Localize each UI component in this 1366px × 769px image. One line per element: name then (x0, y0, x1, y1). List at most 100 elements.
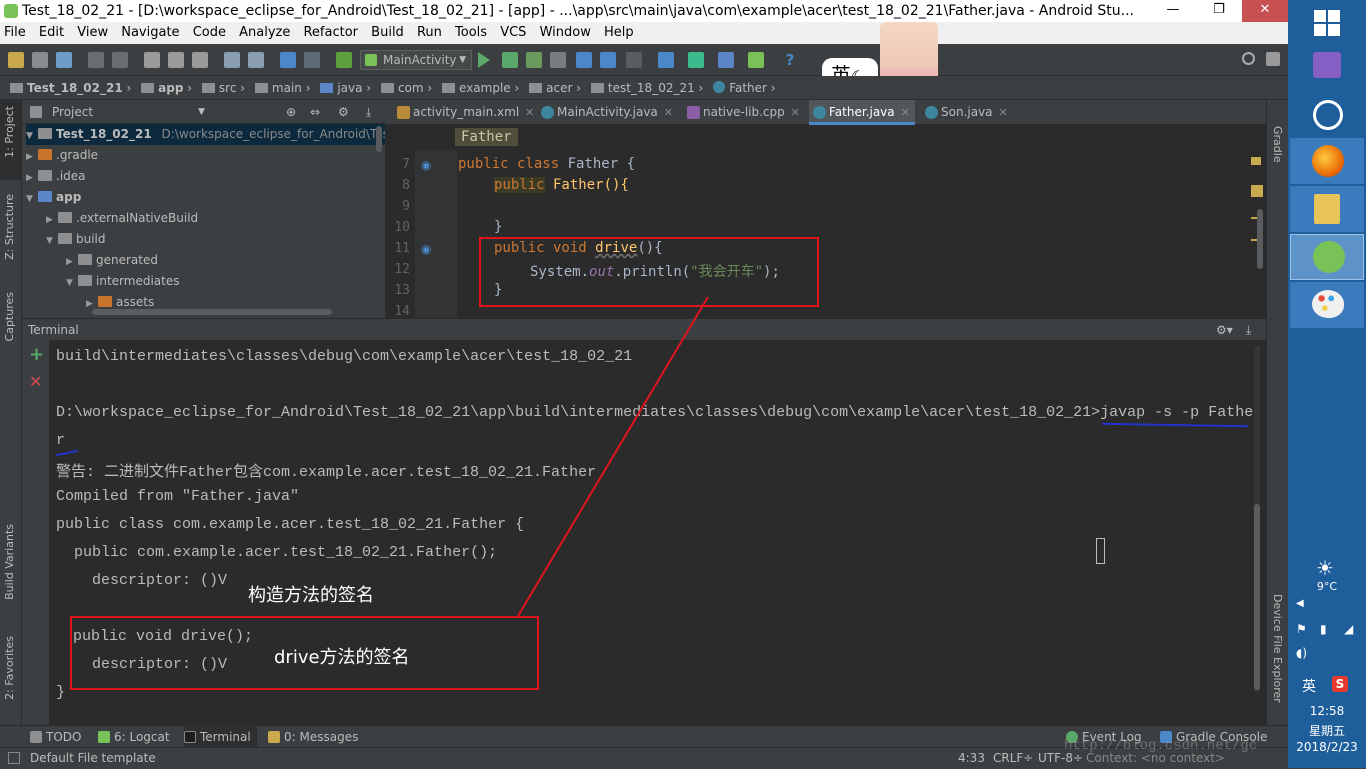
code-editor[interactable]: Father 7 8 9 10 11 12 13 14 ◉ ◉ public c… (385, 125, 1266, 318)
gradle-sync-icon[interactable] (658, 52, 674, 68)
crumb-app[interactable]: app › (141, 81, 192, 95)
tab-activity-main[interactable]: activity_main.xml ✕ (393, 100, 534, 125)
tab-device-file-explorer[interactable]: Device File Explorer (1271, 594, 1284, 703)
sync-icon[interactable] (56, 52, 72, 68)
tree-item[interactable]: ▶ .gradle (26, 145, 98, 166)
clock-date[interactable]: 2018/2/23 (1288, 740, 1366, 754)
menu-run[interactable]: Run (417, 25, 442, 40)
taskbar-firefox[interactable] (1290, 138, 1364, 184)
project-structure-icon[interactable] (718, 52, 734, 68)
debug-icon[interactable] (502, 52, 518, 68)
forward-icon[interactable] (304, 52, 320, 68)
tree-root[interactable]: ▼ Test_18_02_21 D:\workspace_eclipse_for_… (26, 124, 385, 145)
toolwin-terminal[interactable]: Terminal (184, 726, 257, 748)
flag-icon[interactable]: ⚑ (1296, 622, 1307, 636)
menu-analyze[interactable]: Analyze (239, 25, 290, 40)
tab-captures[interactable]: Captures (3, 292, 16, 341)
crumb-example[interactable]: example › (442, 81, 519, 95)
hide-icon[interactable]: ⤓ (366, 100, 371, 124)
tree-item[interactable]: ▼ app (26, 187, 81, 208)
profile-icon[interactable] (576, 52, 592, 68)
attach-debugger-icon[interactable] (526, 52, 542, 68)
close-button[interactable]: ✕ (1242, 0, 1288, 22)
open-icon[interactable] (8, 52, 24, 68)
back-icon[interactable] (280, 52, 296, 68)
new-session-icon[interactable]: + (29, 344, 44, 365)
menu-navigate[interactable]: Navigate (121, 25, 179, 40)
project-view-label[interactable]: Project (52, 105, 93, 119)
tab-gradle[interactable]: Gradle (1271, 126, 1284, 163)
clock-time[interactable]: 12:58 (1288, 704, 1366, 718)
menu-tools[interactable]: Tools (455, 25, 487, 40)
tree-item[interactable]: ▶ .idea (26, 166, 86, 187)
gear-icon[interactable]: ⚙ (338, 100, 349, 124)
menu-vcs[interactable]: VCS (500, 25, 526, 40)
search-everywhere-icon[interactable] (1242, 52, 1255, 65)
tree-item[interactable]: ▼ intermediates (66, 271, 179, 292)
crumb-class[interactable]: Father › (713, 81, 776, 95)
show-hidden-icons-icon[interactable]: ◀ (1296, 598, 1304, 609)
menu-code[interactable]: Code (193, 25, 226, 40)
undo-icon[interactable] (88, 52, 104, 68)
cut-icon[interactable] (144, 52, 160, 68)
crumb-project[interactable]: Test_18_02_21 › (10, 81, 131, 95)
paste-icon[interactable] (192, 52, 208, 68)
toolwin-logcat[interactable]: 6: Logcat (98, 726, 170, 748)
tab-native-lib[interactable]: native-lib.cpp ✕ (683, 100, 800, 125)
taskbar-ime-lang[interactable]: 英 (1302, 676, 1316, 696)
tab-build-variants[interactable]: Build Variants (3, 524, 16, 600)
help-icon[interactable]: ? (782, 52, 798, 68)
coverage-icon[interactable] (550, 52, 566, 68)
tool-windows-toggle-icon[interactable] (8, 752, 20, 764)
toolwin-messages[interactable]: 0: Messages (268, 726, 358, 748)
sdk-manager-icon[interactable] (748, 52, 764, 68)
taskbar-paint[interactable] (1290, 282, 1364, 328)
locate-icon[interactable]: ⊕ (286, 100, 296, 124)
crumb-src[interactable]: src › (201, 81, 245, 95)
menu-build[interactable]: Build (371, 25, 404, 40)
menu-refactor[interactable]: Refactor (303, 25, 358, 40)
tab-father[interactable]: Father.java ✕ (809, 100, 915, 125)
find-icon[interactable] (224, 52, 240, 68)
start-button[interactable] (1290, 0, 1364, 46)
hide-icon[interactable]: ⤓ (1246, 319, 1251, 341)
run-config-select[interactable]: MainActivity ▼ (360, 50, 472, 70)
menu-file[interactable]: File (4, 25, 26, 40)
clock-weekday[interactable]: 星期五 (1288, 722, 1366, 739)
tree-item[interactable]: ▼ build (46, 229, 106, 250)
taskbar-visual-studio[interactable] (1290, 42, 1364, 88)
sogou-ime-icon[interactable]: S (1332, 676, 1348, 692)
tree-item[interactable]: ▶ .externalNativeBuild (46, 208, 198, 229)
taskbar-explorer[interactable] (1290, 186, 1364, 232)
tab-structure[interactable]: Z: Structure (3, 194, 16, 260)
menu-help[interactable]: Help (604, 25, 634, 40)
implemented-marker-icon[interactable]: ◉ (421, 158, 431, 172)
menu-edit[interactable]: Edit (39, 25, 64, 40)
crumb-java[interactable]: java › (320, 81, 371, 95)
crumb-acer[interactable]: acer › (529, 81, 581, 95)
replace-icon[interactable] (248, 52, 264, 68)
tab-project[interactable]: 1: Project (3, 106, 16, 158)
crumb-main[interactable]: main › (254, 81, 311, 95)
volume-icon[interactable]: ◖) (1296, 646, 1307, 660)
gear-icon[interactable]: ⚙▾ (1216, 319, 1233, 341)
make-project-icon[interactable] (336, 52, 352, 68)
terminal-output[interactable]: build\intermediates\classes\debug\com\ex… (50, 340, 1266, 725)
implemented-marker-icon[interactable]: ◉ (421, 242, 431, 256)
caret-position[interactable]: 4:33 (958, 748, 985, 769)
toolwin-todo[interactable]: TODO (30, 726, 81, 748)
taskbar-tree-app[interactable] (1290, 92, 1364, 138)
editor-scrollbar[interactable] (1257, 209, 1263, 269)
vertical-scrollbar[interactable] (376, 126, 382, 152)
collapse-icon[interactable]: ⇔ (310, 100, 320, 124)
apply-changes-icon[interactable] (600, 52, 616, 68)
tree-item[interactable]: ▶ generated (66, 250, 158, 271)
crumb-com[interactable]: com › (380, 81, 432, 95)
run-icon[interactable] (478, 52, 490, 68)
avd-manager-icon[interactable] (688, 52, 704, 68)
close-session-icon[interactable]: ✕ (29, 372, 42, 391)
menu-window[interactable]: Window (540, 25, 591, 40)
copy-icon[interactable] (168, 52, 184, 68)
minimize-button[interactable]: — (1150, 0, 1196, 22)
layout-icon[interactable] (1266, 52, 1280, 66)
